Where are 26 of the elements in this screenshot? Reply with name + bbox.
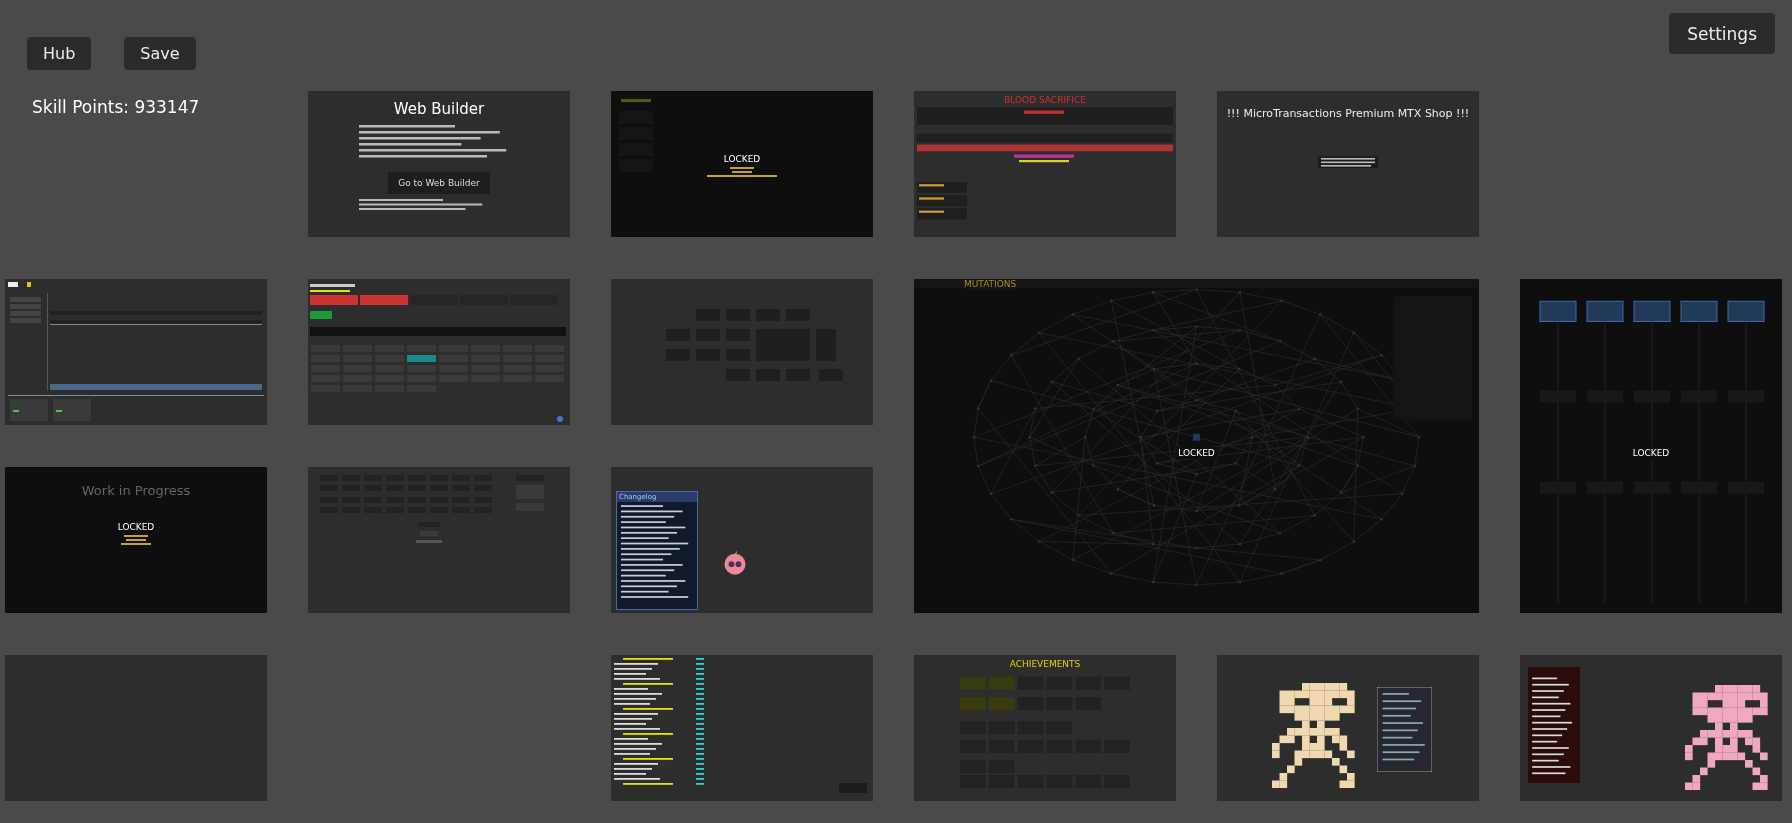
locked-label: LOCKED [1175,446,1218,459]
page-thumbnail[interactable]: Work in Progress LOCKED [5,467,267,613]
page-thumbnail[interactable] [1217,655,1479,801]
thumbnail-title: Work in Progress [81,483,191,498]
thumbnail-title: !!! MicroTransactions Premium MTX Shop !!! [1226,107,1470,120]
thumbnail-title: Web Builder [393,100,485,118]
thumbnail-title: ACHIEVEMENTS [1009,659,1081,669]
locked-label: LOCKED [723,154,761,164]
thumbnail-title: MUTATIONS [964,279,1017,289]
center-node [1193,433,1200,441]
page-thumbnail[interactable]: Web Builder Go to Web Builder [308,91,570,237]
locked-label: LOCKED [117,522,155,532]
toolbar-button[interactable]: Save [124,37,196,70]
page-thumbnail[interactable] [5,655,267,801]
settings-button[interactable]: Settings [1669,13,1775,54]
notice-drawing [1318,156,1378,168]
page-thumbnail[interactable]: LOCKED [611,91,873,237]
page-thumbnail[interactable]: LOCKED [1520,279,1782,613]
page-thumbnail[interactable] [1520,655,1782,801]
toolbar-button[interactable]: Hub [27,37,92,70]
thumbnail-title: BLOOD SACRIFICE [1004,95,1086,105]
go-button[interactable]: Go to Web Builder [388,172,490,194]
page-thumbnail[interactable]: ACHIEVEMENTS [914,655,1176,801]
page-thumbnail[interactable]: !!! MicroTransactions Premium MTX Shop !!! [1217,91,1479,237]
skill-points: Skill Points: 933147 [32,97,200,117]
page-thumbnail[interactable]: MUTATIONS LOCKED [914,279,1479,613]
